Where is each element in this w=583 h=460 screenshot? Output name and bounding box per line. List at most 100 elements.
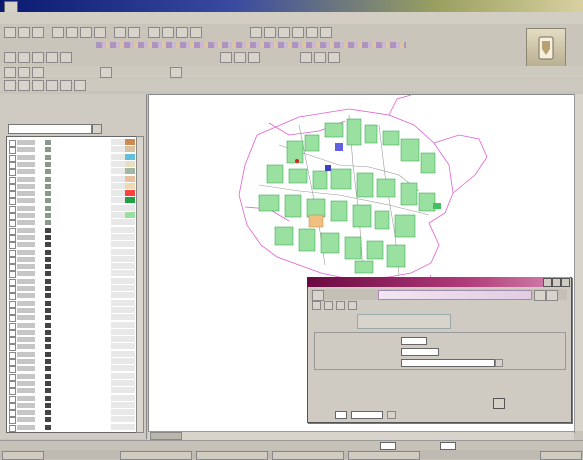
layer-style-cell[interactable]	[111, 365, 125, 372]
layer-row[interactable]	[7, 321, 137, 330]
layer-style-cell[interactable]	[111, 197, 125, 204]
layer-style-cell[interactable]	[111, 175, 125, 182]
layer-style-cell[interactable]	[111, 248, 125, 255]
tool-b-icon[interactable]	[18, 80, 30, 91]
layer-row[interactable]	[7, 204, 137, 213]
layer-color-swatch[interactable]	[125, 343, 135, 350]
refresh-icon[interactable]	[300, 52, 312, 63]
attribute-table-icon[interactable]	[32, 67, 44, 78]
layer-color-swatch[interactable]	[125, 416, 135, 423]
grid-icon[interactable]	[234, 52, 246, 63]
layer-row[interactable]	[7, 401, 137, 410]
layer-color-swatch[interactable]	[125, 175, 135, 182]
dialog-field-input[interactable]	[401, 337, 427, 345]
dialog-nav-next-icon[interactable]	[546, 290, 558, 301]
pan-icon[interactable]	[176, 27, 188, 38]
layer-row[interactable]	[7, 175, 137, 184]
dialog-minimize-icon[interactable]	[543, 278, 552, 287]
layer-style-cell[interactable]	[111, 292, 125, 299]
layer-row[interactable]	[7, 336, 137, 345]
undo-icon[interactable]	[114, 27, 126, 38]
dialog-field-input[interactable]	[401, 348, 439, 356]
layer-row[interactable]	[7, 328, 137, 337]
layer-row[interactable]	[7, 233, 137, 242]
layer-style-cell[interactable]	[111, 314, 125, 321]
print-preview-icon[interactable]	[292, 27, 304, 38]
layer-color-swatch[interactable]	[125, 219, 135, 226]
tool-d-icon[interactable]	[46, 80, 58, 91]
layer-color-swatch[interactable]	[125, 277, 135, 284]
dropdown-arrow-icon[interactable]	[495, 359, 503, 367]
layer-row[interactable]	[7, 277, 137, 286]
dialog-tool-icon[interactable]	[312, 290, 324, 301]
layer-style-cell[interactable]	[111, 270, 125, 277]
layer-color-swatch[interactable]	[125, 409, 135, 416]
layer-color-swatch[interactable]	[125, 306, 135, 313]
copy-icon[interactable]	[80, 27, 92, 38]
dialog-nav-prev-icon[interactable]	[534, 290, 546, 301]
redo-icon[interactable]	[128, 27, 140, 38]
layer-row[interactable]	[7, 387, 137, 396]
layer-row[interactable]	[7, 314, 137, 323]
tool-e-icon[interactable]	[60, 80, 72, 91]
layer-style-cell[interactable]	[111, 277, 125, 284]
dialog-apply-button[interactable]	[493, 398, 505, 409]
layer-color-swatch[interactable]	[125, 328, 135, 335]
layer-row[interactable]	[7, 168, 137, 177]
layer-row[interactable]	[7, 270, 137, 279]
map-vertical-scrollbar[interactable]	[574, 94, 583, 431]
zoom-out-icon[interactable]	[162, 27, 174, 38]
layer-color-swatch[interactable]	[125, 255, 135, 262]
dialog-last-icon[interactable]	[348, 301, 357, 310]
layer-color-swatch[interactable]	[125, 314, 135, 321]
dialog-field-dropdown[interactable]	[401, 359, 495, 367]
layer-row[interactable]	[7, 219, 137, 228]
layer-style-cell[interactable]	[111, 219, 125, 226]
layer-style-cell[interactable]	[111, 212, 125, 218]
layer-style-cell[interactable]	[111, 321, 125, 328]
extent-icon[interactable]	[314, 52, 326, 63]
layer-style-cell[interactable]	[111, 190, 125, 197]
dialog-bottom-option-icon[interactable]	[387, 411, 396, 419]
tool-f-icon[interactable]	[74, 80, 86, 91]
layer-color-swatch[interactable]	[125, 212, 135, 218]
layer-style-cell[interactable]	[111, 387, 125, 394]
layer-row[interactable]	[7, 292, 137, 301]
dialog-back-icon[interactable]	[324, 301, 333, 310]
paste-icon[interactable]	[94, 27, 106, 38]
layer-style-cell[interactable]	[111, 379, 125, 386]
layer-color-swatch[interactable]	[125, 379, 135, 386]
layer-color-swatch[interactable]	[125, 372, 135, 379]
help-icon[interactable]	[320, 27, 332, 38]
layer-visibility-checkbox[interactable]	[9, 424, 16, 432]
layer-style-cell[interactable]	[111, 263, 125, 270]
layer-style-cell[interactable]	[111, 299, 125, 306]
tool-c-icon[interactable]	[32, 80, 44, 91]
layer-color-swatch[interactable]	[125, 204, 135, 211]
layer-style-cell[interactable]	[111, 182, 125, 189]
layer-row[interactable]	[7, 212, 137, 220]
layer-list[interactable]	[6, 136, 138, 433]
snap-icon[interactable]	[220, 52, 232, 63]
dialog-forward-icon[interactable]	[336, 301, 345, 310]
layer-row[interactable]	[7, 160, 137, 169]
layer-row[interactable]	[7, 306, 137, 315]
query-icon[interactable]	[278, 27, 290, 38]
edit-vertex-icon[interactable]	[46, 52, 58, 63]
layer-style-cell[interactable]	[111, 409, 125, 416]
layer-color-swatch[interactable]	[125, 146, 135, 153]
layer-color-swatch[interactable]	[125, 387, 135, 394]
layer-row[interactable]	[7, 299, 137, 308]
symbol-icon[interactable]	[100, 67, 112, 78]
layer-row[interactable]	[7, 365, 137, 374]
layer-style-cell[interactable]	[111, 306, 125, 313]
zoom-in-icon[interactable]	[148, 27, 160, 38]
tool-a-icon[interactable]	[4, 80, 16, 91]
layer-row[interactable]	[7, 343, 137, 352]
ortho-icon[interactable]	[248, 52, 260, 63]
layer-row[interactable]	[7, 190, 137, 199]
delete-icon[interactable]	[60, 52, 72, 63]
layer-row[interactable]	[7, 255, 137, 264]
layer-color-swatch[interactable]	[125, 299, 135, 306]
layer-style-cell[interactable]	[111, 241, 125, 248]
